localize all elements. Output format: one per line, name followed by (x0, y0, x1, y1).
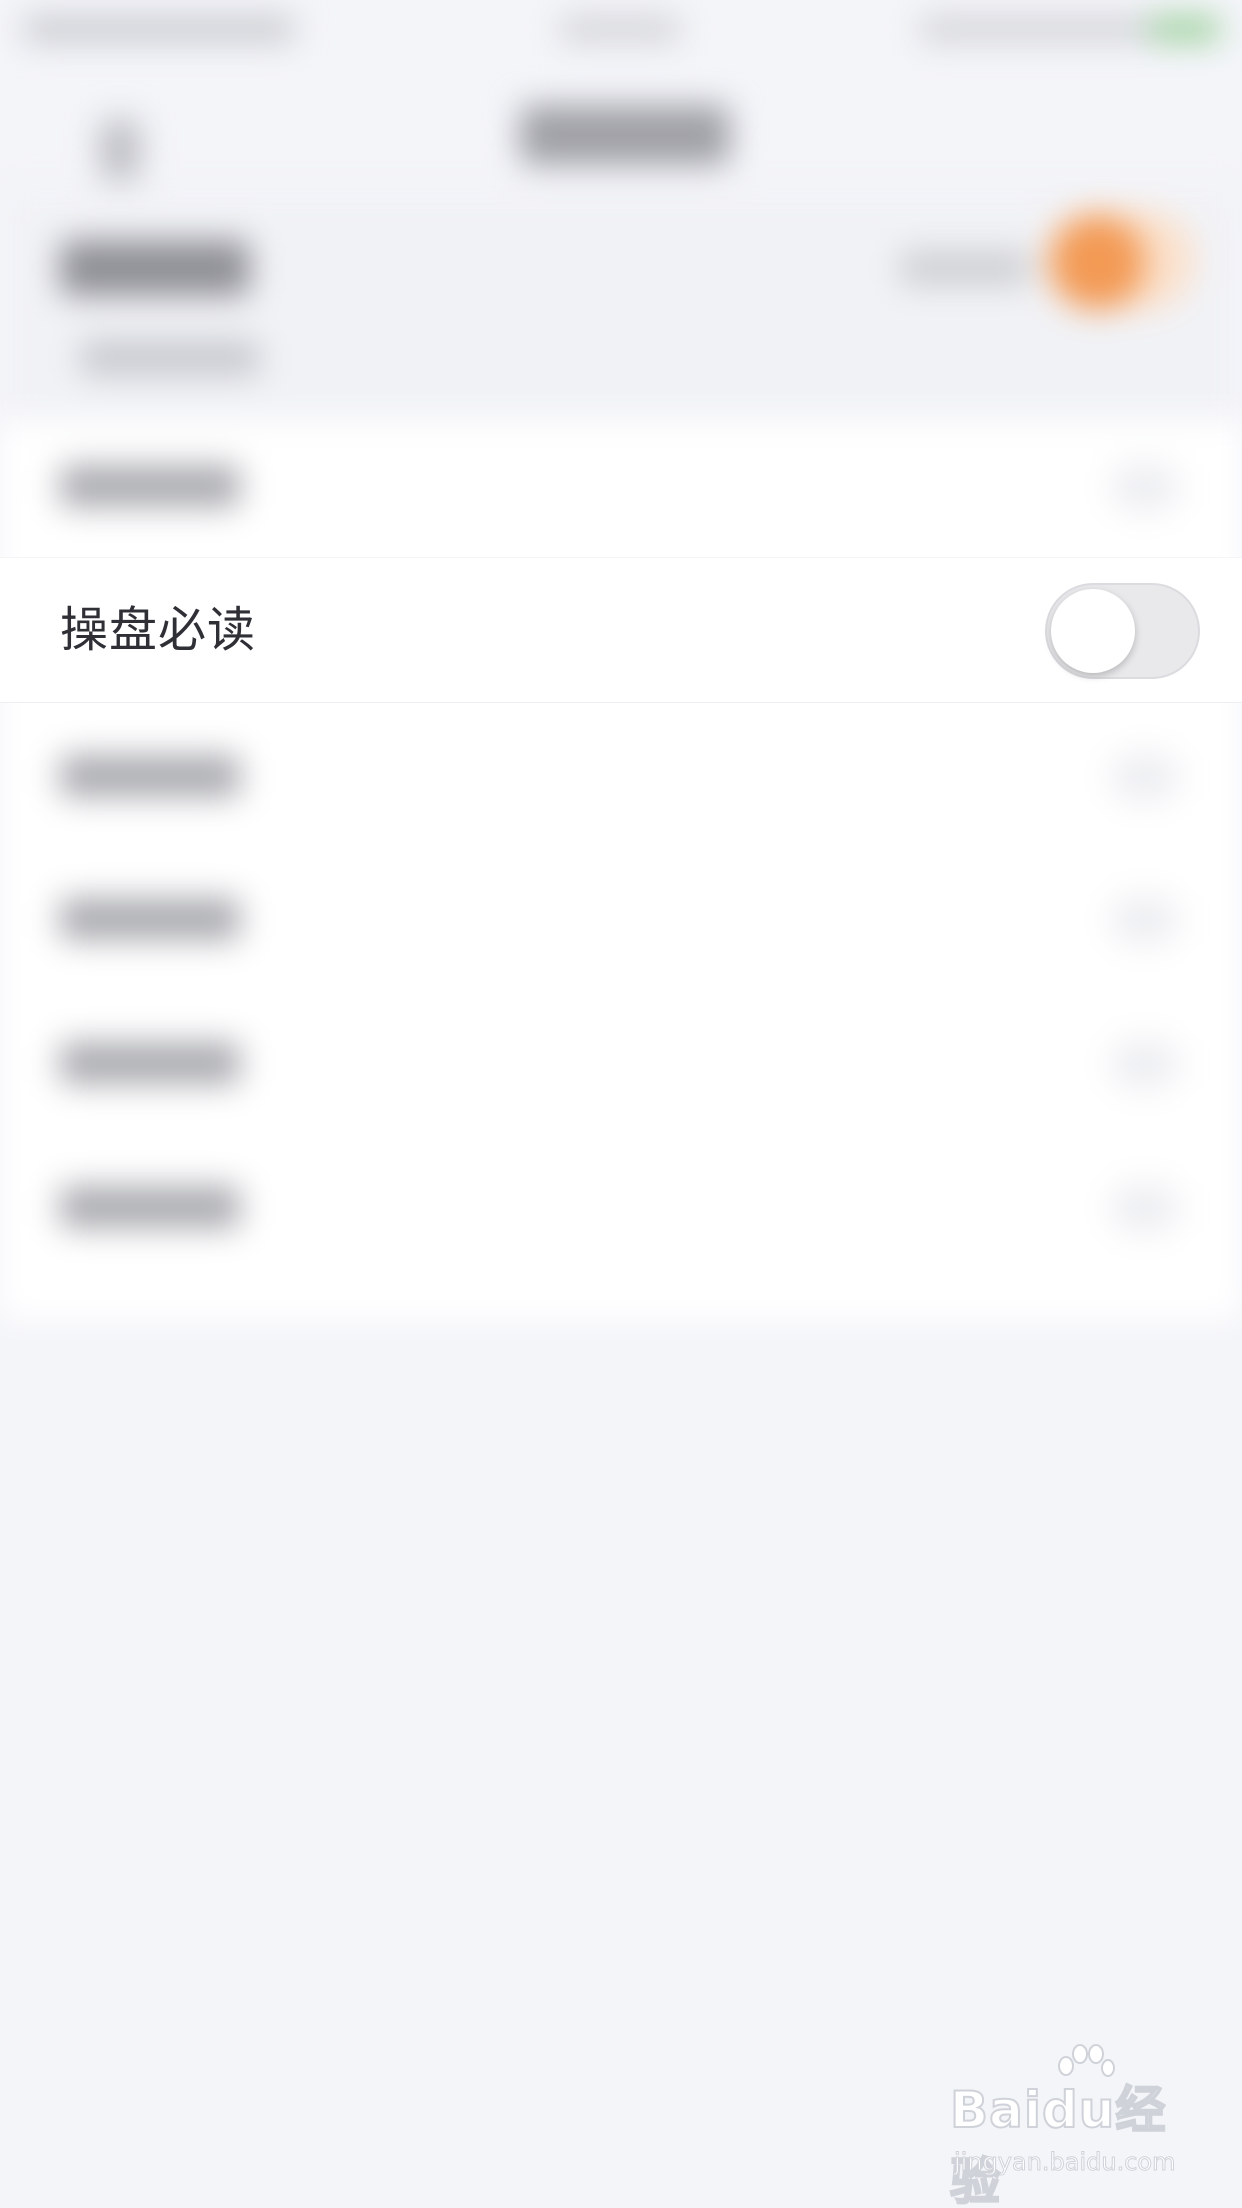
list-item-label (60, 1186, 240, 1228)
list-item-label (60, 1042, 240, 1084)
master-setting-subtitle (80, 340, 260, 376)
back-arrow-icon[interactable] (100, 120, 140, 180)
settings-list (0, 420, 1242, 1320)
status-bar (0, 0, 1242, 60)
must-read-toggle[interactable] (1045, 583, 1200, 679)
clock (560, 16, 680, 42)
status-icons (920, 16, 1160, 42)
page-title (520, 105, 730, 165)
carrier-signal (24, 16, 294, 42)
master-setting-card (0, 190, 1242, 420)
list-item-toggle[interactable] (1110, 752, 1180, 802)
list-item-toggle[interactable] (1110, 462, 1180, 512)
list-item-toggle[interactable] (1110, 1039, 1180, 1089)
watermark-url: jingyan.baidu.com (953, 2148, 1176, 2177)
master-setting-title (60, 240, 250, 296)
baidu-jingyan-watermark: Baidu经验 jingyan.baidu.com (949, 2044, 1190, 2208)
navigation-bar (0, 60, 1242, 190)
master-setting-status (900, 250, 1030, 286)
list-item-must-read[interactable]: 操盘必读 (0, 557, 1242, 703)
list-item-label (60, 898, 240, 940)
watermark-brand: Baidu经验 (949, 2080, 1167, 2208)
list-item-label (60, 755, 240, 797)
master-toggle-knob (1050, 215, 1145, 310)
list-item-label (60, 465, 240, 507)
list-item-toggle[interactable] (1110, 1183, 1180, 1233)
battery-icon (1150, 16, 1220, 42)
settings-screen: 操盘必读 Baidu经验 jingyan.baidu.com (0, 0, 1242, 2208)
list-item-toggle[interactable] (1110, 895, 1180, 945)
toggle-knob (1051, 589, 1135, 673)
list-item-label: 操盘必读 (60, 602, 257, 658)
